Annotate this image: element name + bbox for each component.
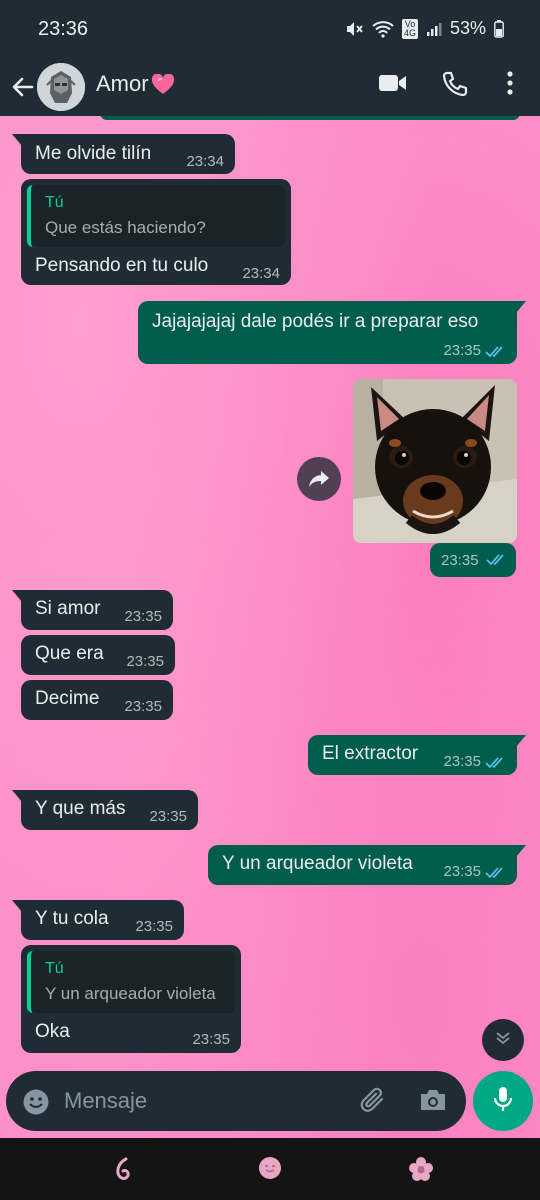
system-navigation-bar <box>0 1138 540 1200</box>
message-text: Y tu cola <box>35 908 109 929</box>
status-time: 23:36 <box>38 18 89 40</box>
sticker-time-pill: 23:35 <box>430 543 516 577</box>
microphone-icon <box>491 1085 515 1118</box>
read-ticks-icon <box>485 864 507 886</box>
quote-text: Y un arqueador violeta <box>45 984 216 1003</box>
battery-percent: 53% <box>449 18 486 38</box>
mute-icon <box>344 19 364 39</box>
message-text: Si amor <box>35 598 101 619</box>
quote-author: Tú <box>45 960 64 977</box>
read-ticks-icon <box>486 553 508 572</box>
home-icon[interactable] <box>258 1156 282 1185</box>
message-composer <box>6 1071 466 1131</box>
message-time: 23:35 <box>124 608 162 625</box>
message-text: Y que más <box>35 798 126 819</box>
back-gesture-icon[interactable] <box>112 1156 134 1187</box>
quote-author: Tú <box>45 194 64 211</box>
read-ticks-icon <box>485 754 507 776</box>
video-call-icon[interactable] <box>378 72 408 99</box>
message-time: 23:35 <box>126 653 164 670</box>
incoming-message[interactable]: Y que más 23:35 <box>12 790 198 830</box>
quote-text: Que estás haciendo? <box>45 218 206 237</box>
scroll-to-bottom-button[interactable] <box>482 1019 524 1061</box>
forward-button[interactable] <box>297 457 341 501</box>
message-text: Que era <box>35 643 104 664</box>
incoming-message[interactable]: Que era 23:35 <box>21 635 175 675</box>
contact-avatar[interactable] <box>37 63 85 111</box>
quoted-message[interactable]: Tú Que estás haciendo? <box>27 185 285 247</box>
voice-call-icon[interactable] <box>441 70 469 103</box>
status-bar: 23:36 Vo 4G 53% <box>0 0 540 58</box>
recents-flower-icon[interactable] <box>408 1156 434 1187</box>
message-text: Jajajajajaj dale podés ir a preparar eso <box>152 311 479 332</box>
signal-icon <box>426 21 442 37</box>
outgoing-message[interactable]: El extractor 23:35 <box>308 735 526 776</box>
message-text: Decime <box>35 688 100 709</box>
emoji-icon[interactable] <box>22 1088 50 1121</box>
message-input[interactable] <box>64 1085 344 1117</box>
chat-area[interactable]: Me olvide tilín 23:34 Tú Que estás hacie… <box>0 116 540 1138</box>
outgoing-message[interactable]: Jajajajajaj dale podés ir a preparar eso… <box>138 301 526 365</box>
quoted-message[interactable]: Tú Y un arqueador violeta <box>27 951 235 1013</box>
message-time: 23:35 <box>135 918 173 935</box>
message-time: 23:35 <box>443 753 481 770</box>
message-time: 23:35 <box>124 698 162 715</box>
message-text: El extractor <box>322 743 419 764</box>
message-time: 23:34 <box>242 265 280 282</box>
battery-icon <box>494 19 504 38</box>
voice-message-button[interactable] <box>473 1071 533 1131</box>
chat-header: Amor <box>0 58 540 116</box>
more-options-icon[interactable] <box>503 69 517 102</box>
message-time: 23:35 <box>149 808 187 825</box>
message-time: 23:34 <box>186 153 224 170</box>
incoming-reply-message[interactable]: Tú Que estás haciendo? Pensando en tu cu… <box>21 179 291 285</box>
wifi-icon <box>372 20 394 38</box>
message-text: Pensando en tu culo <box>35 255 209 276</box>
incoming-message[interactable]: Y tu cola 23:35 <box>12 900 184 940</box>
outgoing-message[interactable]: Y un arqueador violeta 23:35 <box>208 845 526 886</box>
double-chevron-down-icon <box>494 1029 512 1052</box>
dog-sticker[interactable] <box>353 379 517 543</box>
incoming-message[interactable]: Me olvide tilín 23:34 <box>12 134 235 174</box>
camera-icon[interactable] <box>418 1087 448 1118</box>
back-arrow-icon[interactable] <box>8 69 38 105</box>
incoming-message[interactable]: Si amor 23:35 <box>12 590 173 630</box>
status-icons: Vo 4G 53% <box>344 18 504 39</box>
message-time: 23:35 <box>443 342 481 359</box>
network-badge: Vo 4G <box>401 18 418 39</box>
contact-name-text: Amor <box>96 71 149 96</box>
message-time: 23:35 <box>443 863 481 880</box>
message-text: Me olvide tilín <box>35 143 152 164</box>
read-ticks-icon <box>485 343 507 365</box>
message-text: Y un arqueador violeta <box>222 853 413 874</box>
previous-message-edge <box>100 116 520 120</box>
incoming-reply-message[interactable]: Tú Y un arqueador violeta Oka 23:35 <box>21 945 241 1053</box>
message-text: Oka <box>35 1021 70 1042</box>
paperclip-icon[interactable] <box>358 1085 388 1120</box>
contact-name[interactable]: Amor <box>96 71 174 97</box>
incoming-message[interactable]: Decime 23:35 <box>21 680 173 720</box>
message-time: 23:35 <box>192 1031 230 1048</box>
message-time: 23:35 <box>441 552 479 569</box>
pink-heart-icon <box>151 73 174 94</box>
